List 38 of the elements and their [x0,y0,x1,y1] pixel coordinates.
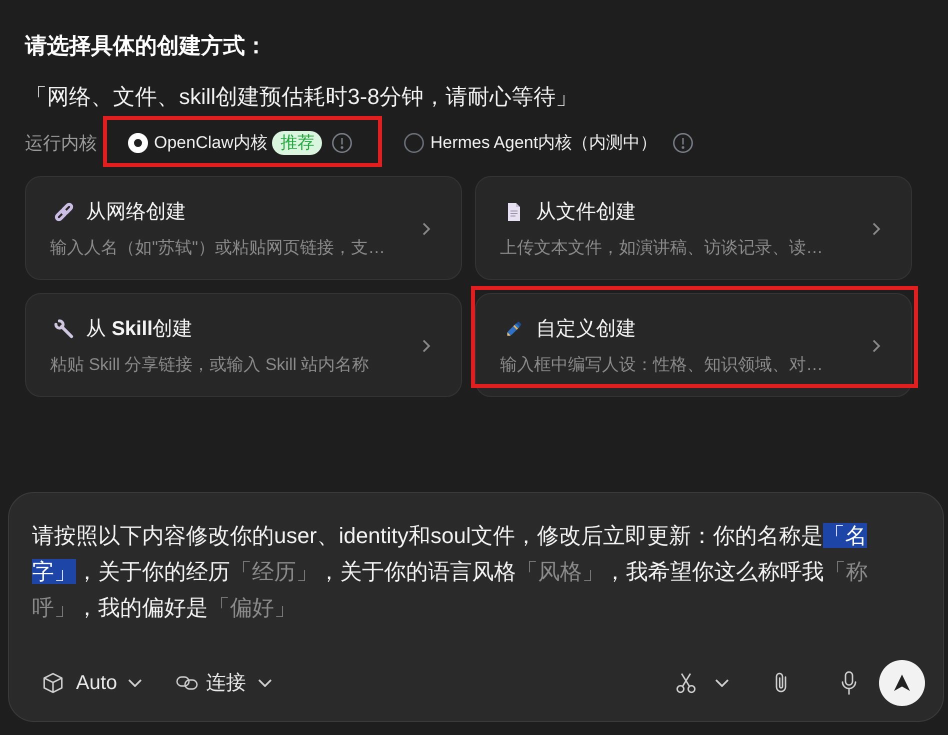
chevron-right-icon [872,222,881,236]
method-card[interactable]: 自定义创建 输入框中编写人设：性格、知识领域、对… [475,293,912,397]
caret-icon [258,679,272,687]
caret-icon [715,679,729,687]
card-title: 自定义创建 [536,317,636,342]
card-title: 从 Skill创建 [86,317,193,342]
cube-icon [42,672,64,694]
mode-dropdown[interactable]: Auto [36,665,148,701]
microphone-icon [839,671,859,695]
method-card[interactable]: 从 Skill创建 粘贴 Skill 分享链接，或输入 Skill 站内名称 [25,293,462,397]
chevron-right-icon [872,339,881,353]
scissors-icon [675,672,697,694]
chain-link-icon [54,202,74,222]
card-description: 粘贴 Skill 分享链接，或输入 Skill 站内名称 [50,354,370,376]
card-description: 输入框中编写人设：性格、知识领域、对… [500,354,824,376]
radio-label[interactable]: OpenClaw内核 [154,131,268,155]
recommended-tag: 推荐 [272,131,322,155]
chevron-right-icon [422,339,431,353]
caret-icon [128,679,142,687]
info-icon[interactable] [673,133,694,153]
card-description: 上传文本文件，如演讲稿、访谈记录、读… [500,237,824,259]
method-card[interactable]: 从网络创建 输入人名（如"苏轼"）或粘贴网页链接，支… [25,176,462,280]
info-icon[interactable] [332,133,352,153]
kernel-label: 运行内核 [25,132,97,155]
card-title: 从网络创建 [86,200,186,225]
send-button[interactable] [879,660,925,706]
card-description: 输入人名（如"苏轼"）或粘贴网页链接，支… [50,237,386,259]
notice-text: 「网络、文件、skill创建预估耗时3-8分钟，请耐心等待」 [25,83,578,111]
method-card[interactable]: 从文件创建 上传文本文件，如演讲稿、访谈记录、读… [475,176,912,280]
wrench-icon [54,319,74,339]
arrowhead-icon [892,673,912,693]
radio-label[interactable]: Hermes Agent内核（内测中） [430,131,658,155]
chevron-right-icon [422,222,431,236]
card-title: 从文件创建 [536,200,636,225]
linked-rings-icon [176,674,198,692]
connect-dropdown[interactable]: 连接 [170,665,278,701]
section-heading: 请选择具体的创建方式： [25,32,268,60]
radio-button[interactable] [404,133,424,153]
